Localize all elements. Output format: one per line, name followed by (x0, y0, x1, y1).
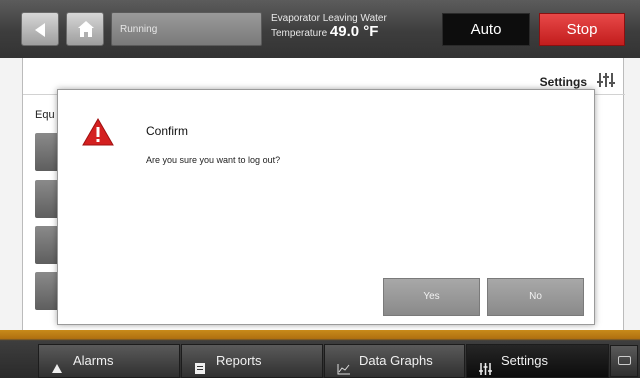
page-title: Settings (539, 75, 587, 89)
settings-sliders-icon (479, 355, 492, 378)
tab-alarms[interactable]: Alarms (38, 344, 180, 378)
no-button[interactable]: No (487, 278, 584, 316)
temperature-value: 49.0 °F (329, 23, 379, 40)
tab-label: Alarms (73, 353, 114, 368)
message-button[interactable] (610, 345, 638, 377)
tab-data-graphs[interactable]: Data Graphs (324, 344, 465, 378)
settings-sliders-icon (597, 72, 615, 93)
bottom-tab-bar: Alarms Reports Data Graphs Settings (0, 330, 640, 378)
section-label: Equ (35, 109, 55, 121)
yes-button[interactable]: Yes (383, 278, 480, 316)
confirm-dialog: Confirm Are you sure you want to log out… (57, 89, 595, 325)
top-bar: Running Evaporator Leaving Water Tempera… (0, 0, 640, 58)
chat-bubble-icon (618, 356, 631, 365)
alarm-bell-icon (51, 355, 63, 378)
tab-settings[interactable]: Settings (466, 344, 609, 378)
warning-icon (81, 117, 115, 152)
home-button[interactable] (66, 12, 104, 46)
back-arrow-icon (35, 23, 45, 37)
tab-reports[interactable]: Reports (181, 344, 323, 378)
dialog-title: Confirm (146, 124, 189, 138)
app-screen: Running Evaporator Leaving Water Tempera… (0, 0, 640, 378)
tab-label: Reports (216, 353, 262, 368)
tab-label: Settings (501, 353, 548, 368)
home-icon (78, 21, 94, 28)
temperature-readout: Evaporator Leaving Water Temperature 49.… (271, 12, 421, 40)
status-text: Running (120, 24, 158, 35)
report-document-icon (194, 355, 206, 378)
status-display: Running (111, 12, 262, 46)
stop-button[interactable]: Stop (539, 13, 625, 46)
line-graph-icon (337, 355, 351, 378)
temperature-caption-line2: Temperature (271, 28, 328, 39)
tab-label: Data Graphs (359, 353, 433, 368)
dialog-message: Are you sure you want to log out? (146, 155, 281, 165)
back-button[interactable] (21, 12, 59, 46)
auto-button[interactable]: Auto (442, 13, 530, 46)
